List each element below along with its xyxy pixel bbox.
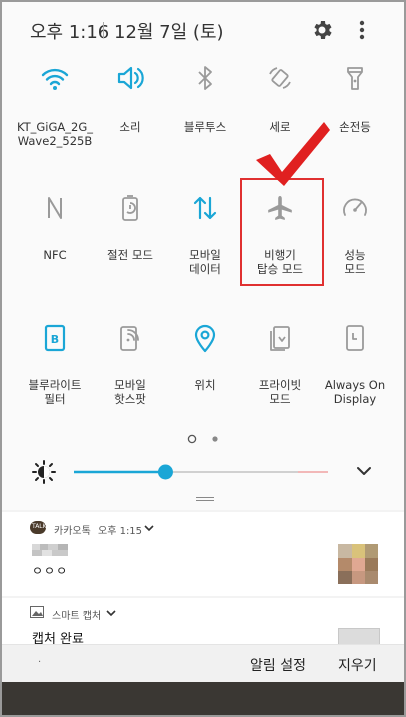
highlight-box <box>240 178 324 286</box>
status-bar: 오후 1:16 12월 7일 (토) <box>2 2 404 58</box>
tile-nfc[interactable]: NFC <box>15 192 95 276</box>
background-strip <box>2 682 404 715</box>
page-indicator <box>187 434 218 444</box>
wifi-icon <box>41 68 69 90</box>
tile-bluetooth[interactable]: 블루투스 <box>165 62 245 152</box>
tile-label: Always On Display <box>324 378 386 406</box>
tile-mobile-hotspot[interactable]: 모바일 핫스팟 <box>90 322 170 406</box>
tile-mobile-data[interactable]: 모바일 데이터 <box>165 192 245 276</box>
gear-icon[interactable] <box>310 18 334 42</box>
notification-app-name: 스마트 캡처 <box>52 611 102 622</box>
sound-icon <box>117 66 144 90</box>
nfc-icon <box>48 197 62 219</box>
location-icon <box>194 324 216 353</box>
chevron-down-icon[interactable] <box>144 523 154 533</box>
tile-location[interactable]: 위치 <box>165 322 245 406</box>
chevron-down-icon[interactable] <box>357 467 371 475</box>
notification-actions: · 알림 설정 지우기 <box>2 644 404 682</box>
clear-button[interactable]: 지우기 <box>338 655 377 675</box>
tile-blue-light-filter[interactable]: B 블루라이트 필터 <box>15 322 95 406</box>
tile-wifi[interactable]: KT_GiGA_2G_ Wave2_525B <box>15 62 95 152</box>
private-mode-icon <box>270 326 290 351</box>
tile-performance-mode[interactable]: 성능 모드 <box>315 192 395 276</box>
tile-private-mode[interactable]: 프라이빗 모드 <box>240 322 320 406</box>
power-saving-icon <box>122 195 138 221</box>
rotate-icon <box>269 67 291 89</box>
tile-label: 성능 모드 <box>344 248 366 276</box>
notification-message: ㅇㅇㅇ <box>32 564 69 578</box>
notification-settings-button[interactable]: 알림 설정 <box>250 655 306 675</box>
svg-text:B: B <box>51 333 59 346</box>
bullet-mark: · <box>38 657 42 668</box>
bluetooth-icon <box>198 66 212 90</box>
date: 12월 7일 (토) <box>114 22 224 43</box>
mobile-data-icon <box>193 196 217 220</box>
always-on-display-icon <box>346 325 364 351</box>
divider <box>103 22 104 38</box>
flashlight-icon <box>347 67 363 90</box>
notification-smart-capture[interactable]: 스마트 캡처 캡처 완료 <box>2 598 404 650</box>
checkmark-icon <box>256 122 330 186</box>
brightness-control <box>32 460 371 484</box>
drag-handle[interactable] <box>196 497 214 501</box>
clock: 오후 1:16 <box>30 22 110 43</box>
sender-name-blurred <box>32 544 68 556</box>
notification-panel: 오후 1:16 12월 7일 (토) KT_GiGA_2G_ Wave2_525… <box>0 0 406 717</box>
kakaotalk-icon: TALK <box>30 521 47 534</box>
avatar <box>338 544 378 584</box>
brightness-slider-thumb[interactable] <box>157 464 173 480</box>
brightness-icon <box>32 460 56 484</box>
notification-app-name: 카카오톡 <box>54 526 91 537</box>
notification-kakaotalk[interactable]: TALK 카카오톡 오후 1:15 ㅇㅇㅇ <box>2 512 404 596</box>
image-icon <box>30 606 44 618</box>
notification-time: 오후 1:15 <box>98 526 143 537</box>
tile-sound[interactable]: 소리 <box>90 62 170 152</box>
hotspot-icon <box>120 326 139 351</box>
chevron-down-icon[interactable] <box>106 608 116 618</box>
tile-power-saving[interactable]: 절전 모드 <box>90 192 170 276</box>
more-vertical-icon[interactable] <box>354 18 370 42</box>
tile-always-on-display[interactable]: Always On Display <box>315 322 395 406</box>
blue-light-icon: B <box>44 324 66 352</box>
performance-icon <box>343 198 367 216</box>
